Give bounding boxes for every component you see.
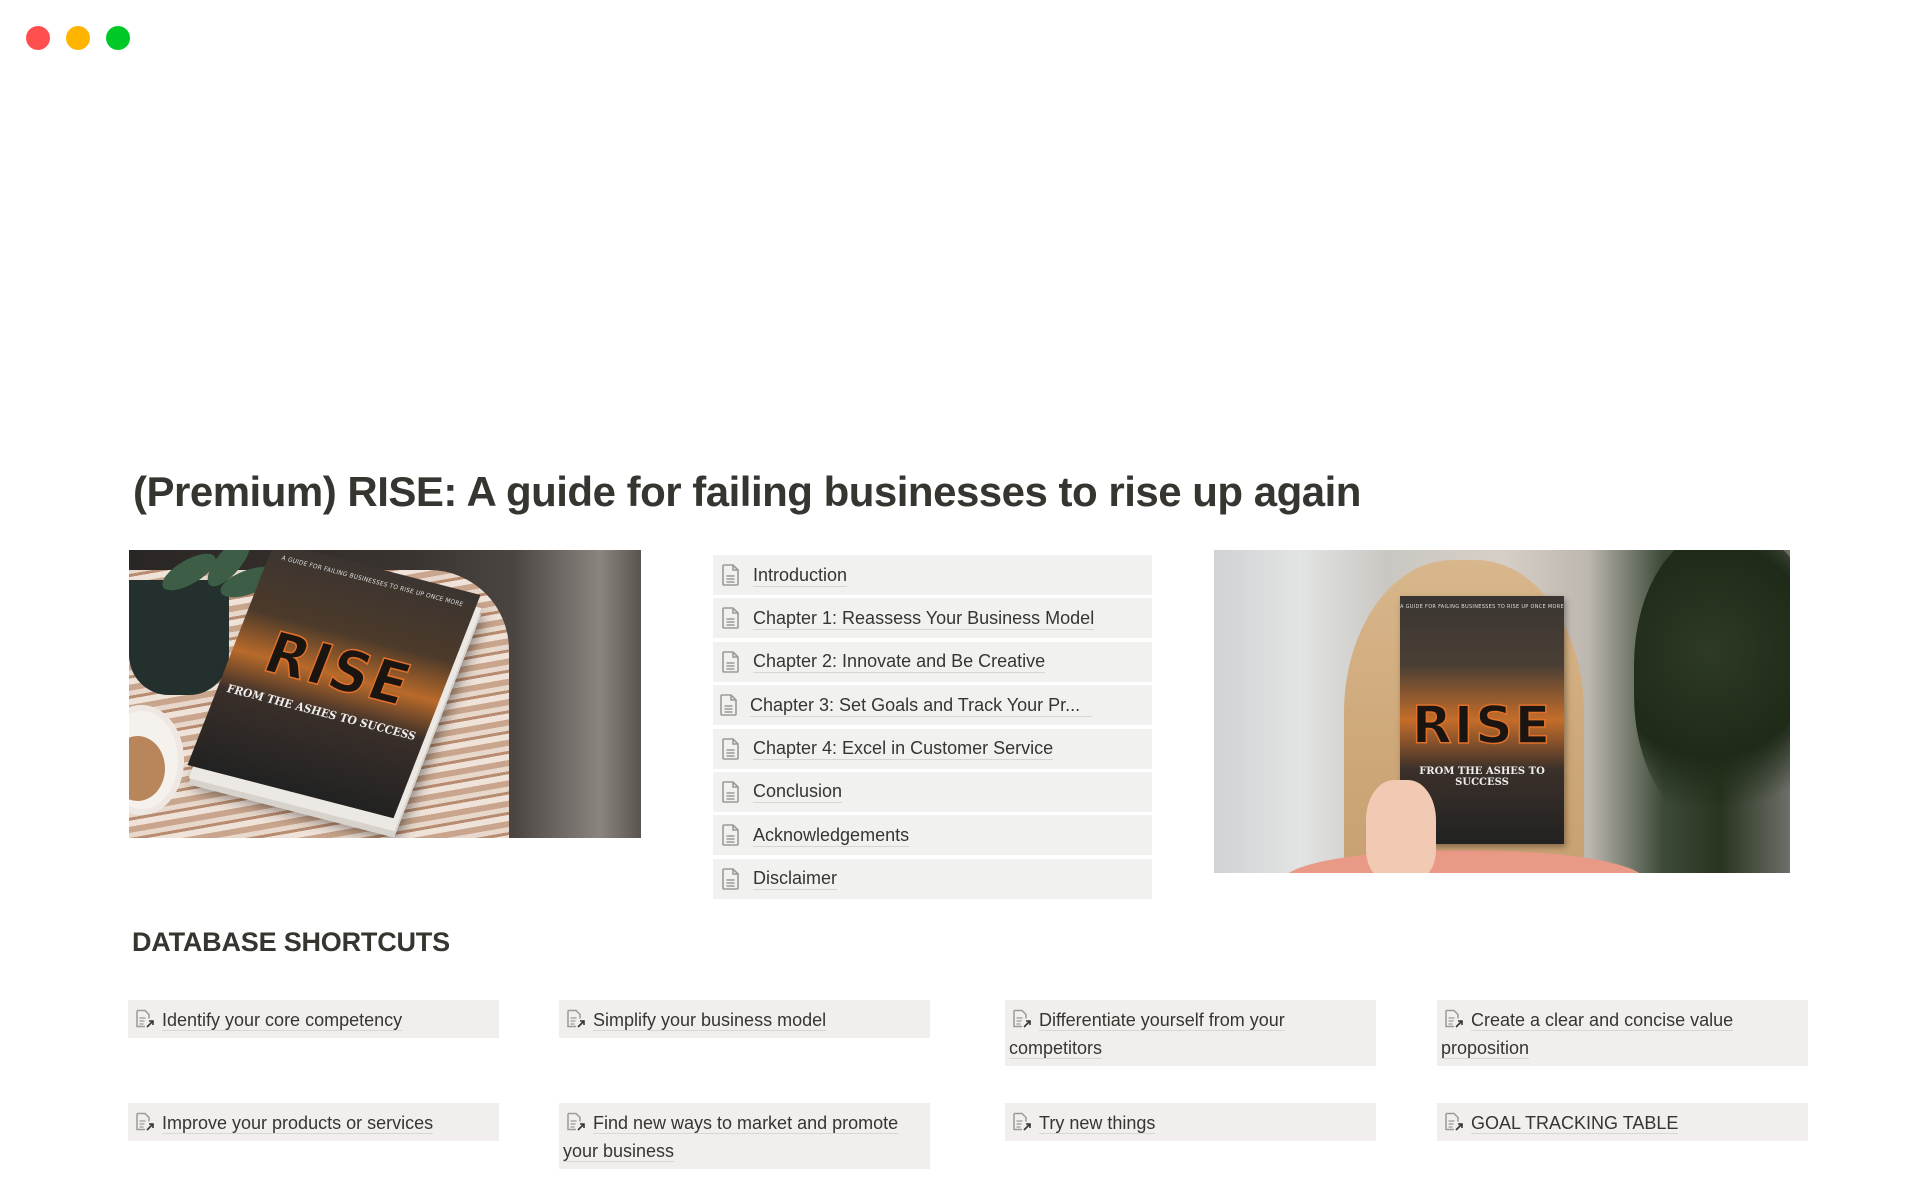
plant-pot	[129, 580, 229, 695]
database-shortcuts-heading: DATABASE SHORTCUTS	[132, 927, 450, 957]
page-icon	[722, 607, 739, 630]
woman-shirt	[1284, 850, 1644, 873]
woman-holding-book-image: A GUIDE FOR FAILING BUSINESSES TO RISE U…	[1214, 550, 1790, 873]
toc-item-introduction[interactable]: Introduction	[713, 555, 1152, 595]
page-icon	[722, 824, 739, 847]
toc-item-chapter-3[interactable]: Chapter 3: Set Goals and Track Your Pr..…	[713, 685, 1152, 726]
page-icon	[722, 650, 739, 673]
page-icon	[722, 737, 739, 760]
shortcut-improve-products[interactable]: Improve your products or services	[128, 1103, 499, 1141]
shortcut-label: Identify your core competency	[162, 1010, 403, 1031]
linked-page-icon	[1013, 1009, 1031, 1028]
linked-page-icon	[1445, 1009, 1463, 1028]
linked-page-icon	[1013, 1112, 1031, 1131]
close-window-button[interactable]	[26, 26, 50, 50]
toc-item-label: Chapter 4: Excel in Customer Service	[753, 738, 1054, 761]
toc-item-conclusion[interactable]: Conclusion	[713, 771, 1152, 812]
toc-item-label: Disclaimer	[753, 868, 838, 891]
page-icon	[722, 867, 739, 890]
page-icon	[722, 781, 739, 803]
minimize-window-button[interactable]	[66, 26, 90, 50]
shortcut-market-and-promote[interactable]: Find new ways to market and promote your…	[559, 1103, 930, 1169]
cover-subtitle: FROM THE ASHES TO SUCCESS	[1419, 766, 1545, 788]
toc-item-label: Chapter 2: Innovate and Be Creative	[753, 651, 1046, 674]
toc-item-disclaimer[interactable]: Disclaimer	[713, 858, 1152, 899]
toc-item-chapter-2[interactable]: Chapter 2: Innovate and Be Creative	[713, 641, 1152, 682]
toc-item-label: Chapter 3: Set Goals and Track Your Pr..…	[750, 694, 1093, 717]
shortcut-label: Try new things	[1039, 1113, 1156, 1134]
page-title: (Premium) RISE: A guide for failing busi…	[133, 468, 1361, 515]
window-controls	[26, 26, 130, 50]
table-of-contents: Introduction Chapter 1: Reassess Your Bu…	[713, 555, 1152, 902]
cover-tagline: A GUIDE FOR FAILING BUSINESSES TO RISE U…	[1400, 604, 1564, 610]
linked-page-icon	[567, 1112, 585, 1131]
linked-page-icon	[136, 1009, 154, 1028]
page-icon	[720, 694, 737, 716]
toc-item-acknowledgements[interactable]: Acknowledgements	[713, 815, 1152, 856]
maximize-window-button[interactable]	[106, 26, 130, 50]
linked-page-icon	[567, 1009, 585, 1028]
shortcut-label: GOAL TRACKING TABLE	[1471, 1113, 1679, 1134]
toc-item-label: Introduction	[753, 564, 848, 587]
shortcut-label: Improve your products or services	[162, 1113, 434, 1134]
linked-page-icon	[136, 1112, 154, 1131]
toc-item-label: Chapter 1: Reassess Your Business Model	[753, 607, 1095, 630]
shortcut-try-new-things[interactable]: Try new things	[1005, 1103, 1376, 1141]
shortcut-label: Simplify your business model	[593, 1010, 827, 1031]
shortcut-identify-core-competency[interactable]: Identify your core competency	[128, 1000, 499, 1038]
toc-item-label: Conclusion	[753, 781, 843, 804]
toc-item-chapter-4[interactable]: Chapter 4: Excel in Customer Service	[713, 728, 1152, 769]
page-icon	[722, 564, 739, 586]
shortcut-label: Differentiate yourself from your competi…	[1009, 1010, 1285, 1059]
linked-page-icon	[1445, 1112, 1463, 1131]
toc-item-chapter-1[interactable]: Chapter 1: Reassess Your Business Model	[713, 598, 1152, 639]
shortcut-goal-tracking-table[interactable]: GOAL TRACKING TABLE	[1437, 1103, 1808, 1141]
book-on-table-image: A GUIDE FOR FAILING BUSINESSES TO RISE U…	[129, 550, 641, 838]
background-plant	[1634, 550, 1790, 830]
toc-item-label: Acknowledgements	[753, 824, 910, 847]
shortcut-label: Create a clear and concise value proposi…	[1441, 1010, 1734, 1059]
shortcut-value-proposition[interactable]: Create a clear and concise value proposi…	[1437, 1000, 1808, 1066]
shortcut-differentiate-from-competitors[interactable]: Differentiate yourself from your competi…	[1005, 1000, 1376, 1066]
cover-title: RISE	[1411, 695, 1553, 757]
shortcut-simplify-business-model[interactable]: Simplify your business model	[559, 1000, 930, 1038]
woman-hand	[1366, 780, 1436, 873]
shortcut-label: Find new ways to market and promote your…	[563, 1113, 899, 1162]
